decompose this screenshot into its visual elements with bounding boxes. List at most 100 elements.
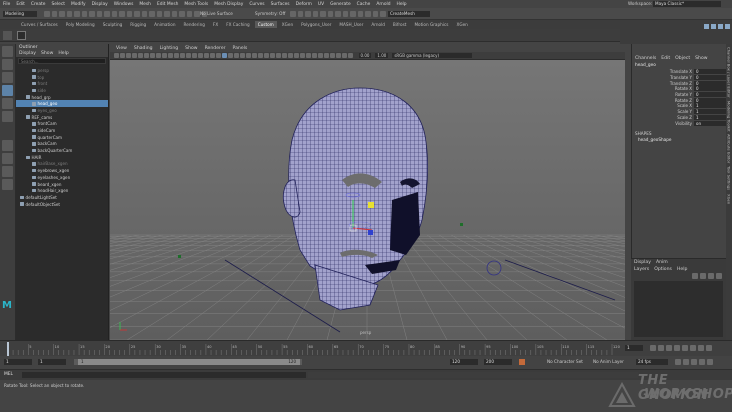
status-tool-icon[interactable]: [111, 11, 117, 17]
menu-mesh-tools[interactable]: Mesh Tools: [184, 2, 208, 7]
shelf-tab[interactable]: MASH_User: [336, 21, 366, 28]
layer-editor-tab[interactable]: Display: [634, 260, 651, 265]
end-frame-field[interactable]: 200: [484, 359, 512, 365]
layer-editor-tab[interactable]: Anim: [656, 260, 668, 265]
shelf-tab[interactable]: XGen: [453, 21, 470, 28]
menu-help[interactable]: Help: [397, 2, 407, 7]
status-tool-icon[interactable]: [104, 11, 110, 17]
viewport-menu-item[interactable]: View: [116, 46, 127, 51]
key-back-icon[interactable]: [666, 345, 672, 351]
outliner-menu-item[interactable]: Show: [41, 51, 53, 56]
status-tool-icon[interactable]: [96, 11, 102, 17]
layer-editor-menu-item[interactable]: Options: [654, 267, 672, 272]
outliner-search-input[interactable]: Search...: [18, 58, 106, 64]
outliner-item[interactable]: side: [16, 87, 108, 94]
viewport-tool-icon[interactable]: [282, 53, 287, 58]
shelf-tab[interactable]: Curves / Surfaces: [18, 21, 61, 28]
status-tool-icon[interactable]: [156, 11, 162, 17]
render-tool-icon[interactable]: [365, 11, 371, 17]
channel-value[interactable]: 1: [694, 114, 726, 120]
custom-shelf-tool-icon[interactable]: [17, 31, 26, 40]
shelf-tab[interactable]: FX Caching: [223, 21, 253, 28]
outliner-item[interactable]: REF_cams: [16, 114, 108, 121]
outliner-item[interactable]: backCam: [16, 141, 108, 148]
layout-outliner-icon[interactable]: [2, 179, 13, 190]
side-tab[interactable]: Attribute Editor: [727, 134, 732, 163]
shelf-tab[interactable]: Arnold: [368, 21, 388, 28]
viewport-tool-icon[interactable]: [138, 53, 143, 58]
shelf-menu-icon[interactable]: [3, 31, 12, 40]
toggle-icon[interactable]: [718, 24, 723, 29]
outliner-menu-item[interactable]: Help: [58, 51, 68, 56]
outliner-item[interactable]: eyelashes_xgen: [16, 174, 108, 181]
menu-set-dropdown[interactable]: Modeling: [3, 11, 37, 17]
step-back-icon[interactable]: [658, 345, 664, 351]
range-bar[interactable]: 1 120: [74, 359, 302, 365]
status-tool-icon[interactable]: [81, 11, 87, 17]
script-language-label[interactable]: MEL: [4, 372, 13, 377]
viewport-menu-item[interactable]: Panels: [233, 46, 248, 51]
outliner-item[interactable]: defaultObjectSet: [16, 201, 108, 208]
viewport-tool-icon[interactable]: [258, 53, 263, 58]
channel-box-tab[interactable]: Channels: [635, 56, 656, 61]
live-surface-label[interactable]: No Live Surface: [200, 11, 233, 16]
render-tool-icon[interactable]: [335, 11, 341, 17]
render-tool-icon[interactable]: [305, 11, 311, 17]
status-tool-icon[interactable]: [179, 11, 185, 17]
shelf-tab[interactable]: XGen: [279, 21, 296, 28]
viewport-tool-icon[interactable]: [270, 53, 275, 58]
move-up-icon[interactable]: [708, 273, 714, 279]
render-tool-icon[interactable]: [297, 11, 303, 17]
auto-key-icon[interactable]: [519, 359, 525, 365]
command-input[interactable]: [22, 372, 306, 378]
shelf-tab[interactable]: Bifrost: [390, 21, 410, 28]
channel-value[interactable]: 0: [694, 86, 726, 92]
outliner-item[interactable]: headHair_xgen: [16, 187, 108, 194]
outliner-item[interactable]: defaultLightSet: [16, 194, 108, 201]
color-space-dropdown[interactable]: sRGB gamma (legacy): [392, 53, 473, 58]
channel-row[interactable]: Translate Z0: [632, 80, 726, 86]
channel-row[interactable]: Rotate Z0: [632, 97, 726, 103]
menu-file[interactable]: File: [3, 2, 10, 7]
outliner-item[interactable]: beard_xgen: [16, 181, 108, 188]
exposure-field[interactable]: 0.00: [358, 53, 372, 58]
viewport-tool-icon[interactable]: [246, 53, 251, 58]
menu-generate[interactable]: Generate: [330, 2, 351, 7]
status-tool-icon[interactable]: [66, 11, 72, 17]
status-tool-icon[interactable]: [186, 11, 192, 17]
viewport-menu-item[interactable]: Renderer: [205, 46, 226, 51]
viewport-tool-icon[interactable]: [126, 53, 131, 58]
menu-create[interactable]: Create: [31, 2, 46, 7]
render-tool-icon[interactable]: [327, 11, 333, 17]
playback-prefs-icon[interactable]: [691, 359, 697, 365]
go-end-icon[interactable]: [706, 345, 712, 351]
channel-box-tab[interactable]: Object: [675, 56, 690, 61]
shelf-tab[interactable]: Animation: [151, 21, 178, 28]
channel-box-tab[interactable]: Show: [695, 56, 707, 61]
status-tool-icon[interactable]: [51, 11, 57, 17]
viewport-tool-icon[interactable]: [150, 53, 155, 58]
viewport-canvas[interactable]: persp: [110, 60, 625, 340]
render-tool-icon[interactable]: [380, 11, 386, 17]
outliner-item[interactable]: eyebrows_xgen: [16, 167, 108, 174]
shelf-tab[interactable]: Poly Modeling: [63, 21, 98, 28]
render-tool-icon[interactable]: [372, 11, 378, 17]
side-tab[interactable]: Modeling Toolkit: [727, 101, 732, 132]
viewport-tool-icon[interactable]: [192, 53, 197, 58]
outliner-item[interactable]: backQuarterCam: [16, 147, 108, 154]
toggle-icon[interactable]: [725, 24, 730, 29]
start-frame-field[interactable]: 1: [4, 359, 32, 365]
viewport-tool-icon[interactable]: [180, 53, 185, 58]
menu-uv[interactable]: UV: [318, 2, 324, 7]
channel-row[interactable]: Translate X0: [632, 69, 726, 75]
range-handle[interactable]: [78, 359, 300, 365]
side-tab[interactable]: Channel Box / Layer Editor: [727, 47, 732, 98]
move-down-icon[interactable]: [716, 273, 722, 279]
channel-value[interactable]: 0: [694, 80, 726, 86]
menu-select[interactable]: Select: [51, 2, 65, 7]
shelf-tab[interactable]: Motion Graphics: [411, 21, 451, 28]
outliner-item[interactable]: top: [16, 74, 108, 81]
menu-mesh-display[interactable]: Mesh Display: [214, 2, 243, 7]
rotate-tool-icon[interactable]: [2, 98, 13, 109]
viewport-tool-icon[interactable]: [210, 53, 215, 58]
